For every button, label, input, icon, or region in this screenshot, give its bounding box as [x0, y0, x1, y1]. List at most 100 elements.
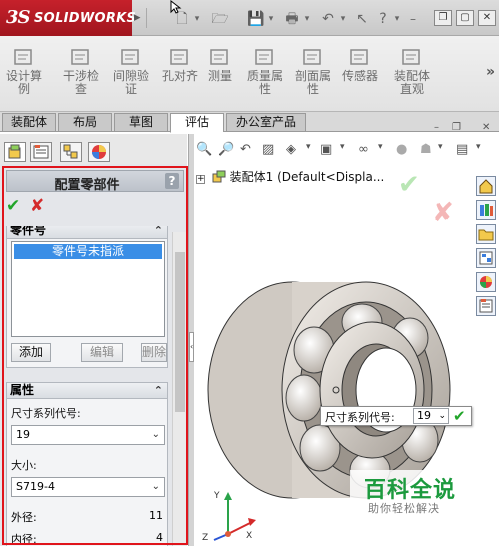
close-window-icon[interactable]: ✕ — [478, 10, 496, 26]
chevron-down-icon: ⌄ — [151, 481, 160, 492]
view-orientation-icon[interactable]: ◈ — [286, 142, 296, 162]
part-number-list[interactable]: 零件号未指派 — [11, 241, 165, 337]
chevron-down-icon[interactable]: ▾ — [306, 142, 311, 162]
cmd-button-section-properties[interactable]: 剖面属 性 — [290, 46, 336, 108]
custom-properties-icon[interactable] — [476, 296, 496, 316]
logo-text: SOLIDWORKS — [34, 11, 137, 26]
tab-sketch[interactable]: 草图 — [114, 113, 168, 132]
cmd-button-hole-alignment[interactable]: 孔对齐 — [160, 46, 200, 108]
more-commands-icon[interactable]: » — [486, 64, 495, 80]
minimize-view-icon[interactable]: – — [434, 122, 448, 134]
collapse-chevron-icon[interactable]: ⌃ — [154, 226, 163, 238]
print-dropdown-icon[interactable]: ▾ — [302, 9, 312, 29]
feature-manager-tab[interactable] — [4, 142, 26, 162]
add-button[interactable]: 添加 — [11, 343, 51, 362]
dimension-popup-value: 19 — [417, 409, 431, 422]
chevron-down-icon: ⌄ — [151, 429, 160, 440]
save-icon[interactable]: 💾 — [246, 9, 266, 29]
command-manager: 设计算 例干涉检 查间隙验 证孔对齐 测量 质量属 性剖面属 性传感器 装配体 直观 … — [0, 36, 499, 112]
feature-tree-flyout[interactable]: + 装配体1 (Default<Displa... — [196, 168, 384, 185]
menu-expand-arrow-icon[interactable]: ▸ — [134, 10, 144, 26]
tab-office-products[interactable]: 办公室产品 — [226, 113, 306, 132]
properties-group-header[interactable]: 属性 ⌃ — [7, 383, 167, 399]
dimension-popup-select[interactable]: 19 ⌄ — [413, 408, 449, 424]
cmd-button-mass-properties[interactable]: 质量属 性 — [242, 46, 288, 108]
tab-assembly[interactable]: 装配体 — [2, 113, 56, 132]
part-number-group-header[interactable]: 零件号 ⌃ — [7, 226, 167, 239]
cmd-button-interference-check[interactable]: 干涉检 查 — [58, 46, 104, 108]
expand-plus-icon[interactable]: + — [196, 175, 205, 184]
outer-diameter-row: 外径: 11 — [11, 509, 165, 525]
solidworks-logo[interactable]: 3S SOLIDWORKS — [0, 0, 136, 36]
tile-window-icon[interactable]: ▢ — [456, 10, 474, 26]
cmd-button-clearance-verification[interactable]: 间隙验 证 — [108, 46, 154, 108]
delete-button[interactable]: 删除 — [141, 343, 167, 362]
ok-check-icon[interactable]: ✔ — [453, 407, 466, 425]
dimension-popup-label: 尺寸系列代号: — [325, 411, 395, 424]
view-settings-icon[interactable]: ▤ — [456, 142, 468, 162]
confirm-check-icon[interactable]: ✔ — [398, 170, 420, 200]
property-manager-tab[interactable] — [30, 142, 52, 162]
scrollbar-thumb[interactable] — [175, 252, 185, 412]
restore-view-icon[interactable]: ❐ — [452, 122, 466, 134]
svg-text:Z: Z — [202, 533, 208, 543]
zoom-to-area-icon[interactable]: 🔎 — [218, 142, 234, 162]
cmd-button-label: 传感器 — [341, 69, 378, 83]
cancel-cross-icon[interactable]: ✘ — [432, 198, 454, 228]
tree-node-label: 装配体1 (Default<Displa... — [229, 170, 385, 184]
help-dropdown-icon[interactable]: ▾ — [392, 9, 402, 29]
part-number-group: 零件号 ⌃ 零件号未指派 添加 编辑 删除 — [6, 226, 168, 368]
design-library-icon[interactable] — [476, 200, 496, 220]
display-manager-tab[interactable] — [88, 142, 110, 162]
collapse-chevron-icon[interactable]: ⌃ — [154, 383, 163, 398]
print-icon[interactable]: 🖶 — [282, 9, 302, 29]
select-arrow-icon[interactable]: ↖ — [354, 9, 370, 29]
section-view-icon[interactable]: ▨ — [262, 142, 274, 162]
display-style-icon[interactable]: ▣ — [320, 142, 332, 162]
edit-appearance-icon[interactable]: ● — [396, 142, 407, 162]
save-dropdown-icon[interactable]: ▾ — [266, 9, 276, 29]
close-view-icon[interactable]: ✕ — [482, 122, 496, 134]
help-icon[interactable]: ? — [374, 9, 392, 29]
restore-window-icon[interactable]: ❐ — [434, 10, 452, 26]
tab-layout[interactable]: 布局 — [58, 113, 112, 132]
open-folder-icon[interactable]: 🗁 — [210, 9, 230, 29]
view-palette-icon[interactable] — [476, 248, 496, 268]
mass-properties-icon — [255, 49, 273, 65]
undo-icon[interactable]: ↶ — [318, 9, 338, 29]
cmd-button-label: 间隙验 证 — [112, 69, 149, 96]
configuration-manager-tab[interactable] — [60, 142, 82, 162]
inner-diameter-value: 4 — [156, 531, 163, 544]
cmd-button-sensor[interactable]: 传感器 — [340, 46, 380, 108]
tab-evaluate[interactable]: 评估 — [170, 113, 224, 133]
appearances-icon[interactable] — [476, 272, 496, 292]
previous-view-icon[interactable]: ↶ — [240, 142, 251, 162]
chevron-down-icon[interactable]: ▾ — [476, 142, 481, 162]
edit-button[interactable]: 编辑 — [81, 343, 123, 362]
ok-check-icon[interactable]: ✔ — [6, 196, 20, 216]
cmd-button-measure[interactable]: 测量 — [205, 46, 235, 108]
cancel-cross-icon[interactable]: ✘ — [30, 196, 44, 216]
feature-tree-icon — [8, 144, 21, 159]
minimize-icon[interactable]: – — [406, 9, 420, 29]
solidworks-resources-icon[interactable] — [476, 176, 496, 196]
chevron-down-icon[interactable]: ▾ — [340, 142, 345, 162]
size-select[interactable]: S719-4 ⌄ — [11, 477, 165, 497]
chevron-down-icon[interactable]: ▾ — [438, 142, 443, 162]
toolbar-separator — [146, 8, 147, 28]
size-series-select[interactable]: 19 ⌄ — [11, 425, 165, 445]
file-explorer-icon[interactable] — [476, 224, 496, 244]
apply-scene-icon[interactable]: ☗ — [420, 142, 432, 162]
cmd-button-assembly-visualization[interactable]: 装配体 直观 — [388, 46, 436, 108]
new-dropdown-icon[interactable]: ▾ — [192, 9, 202, 29]
watermark-subtitle: 助你轻松解决 — [368, 502, 440, 515]
help-icon[interactable]: ? — [165, 173, 179, 189]
zoom-to-fit-icon[interactable]: 🔍 — [196, 142, 212, 162]
undo-dropdown-icon[interactable]: ▾ — [338, 9, 348, 29]
property-manager-scrollbar[interactable] — [172, 232, 186, 546]
title-bar: 3S SOLIDWORKS ▸ 🗋 ▾ 🗁 💾 ▾ 🖶 ▾ ↶ ▾ ↖ ? ▾ … — [0, 0, 499, 36]
chevron-down-icon[interactable]: ▾ — [378, 142, 383, 162]
hide-show-items-icon[interactable]: ∞ — [358, 142, 369, 162]
list-item[interactable]: 零件号未指派 — [14, 244, 162, 259]
cmd-button-design-study[interactable]: 设计算 例 — [6, 46, 42, 108]
